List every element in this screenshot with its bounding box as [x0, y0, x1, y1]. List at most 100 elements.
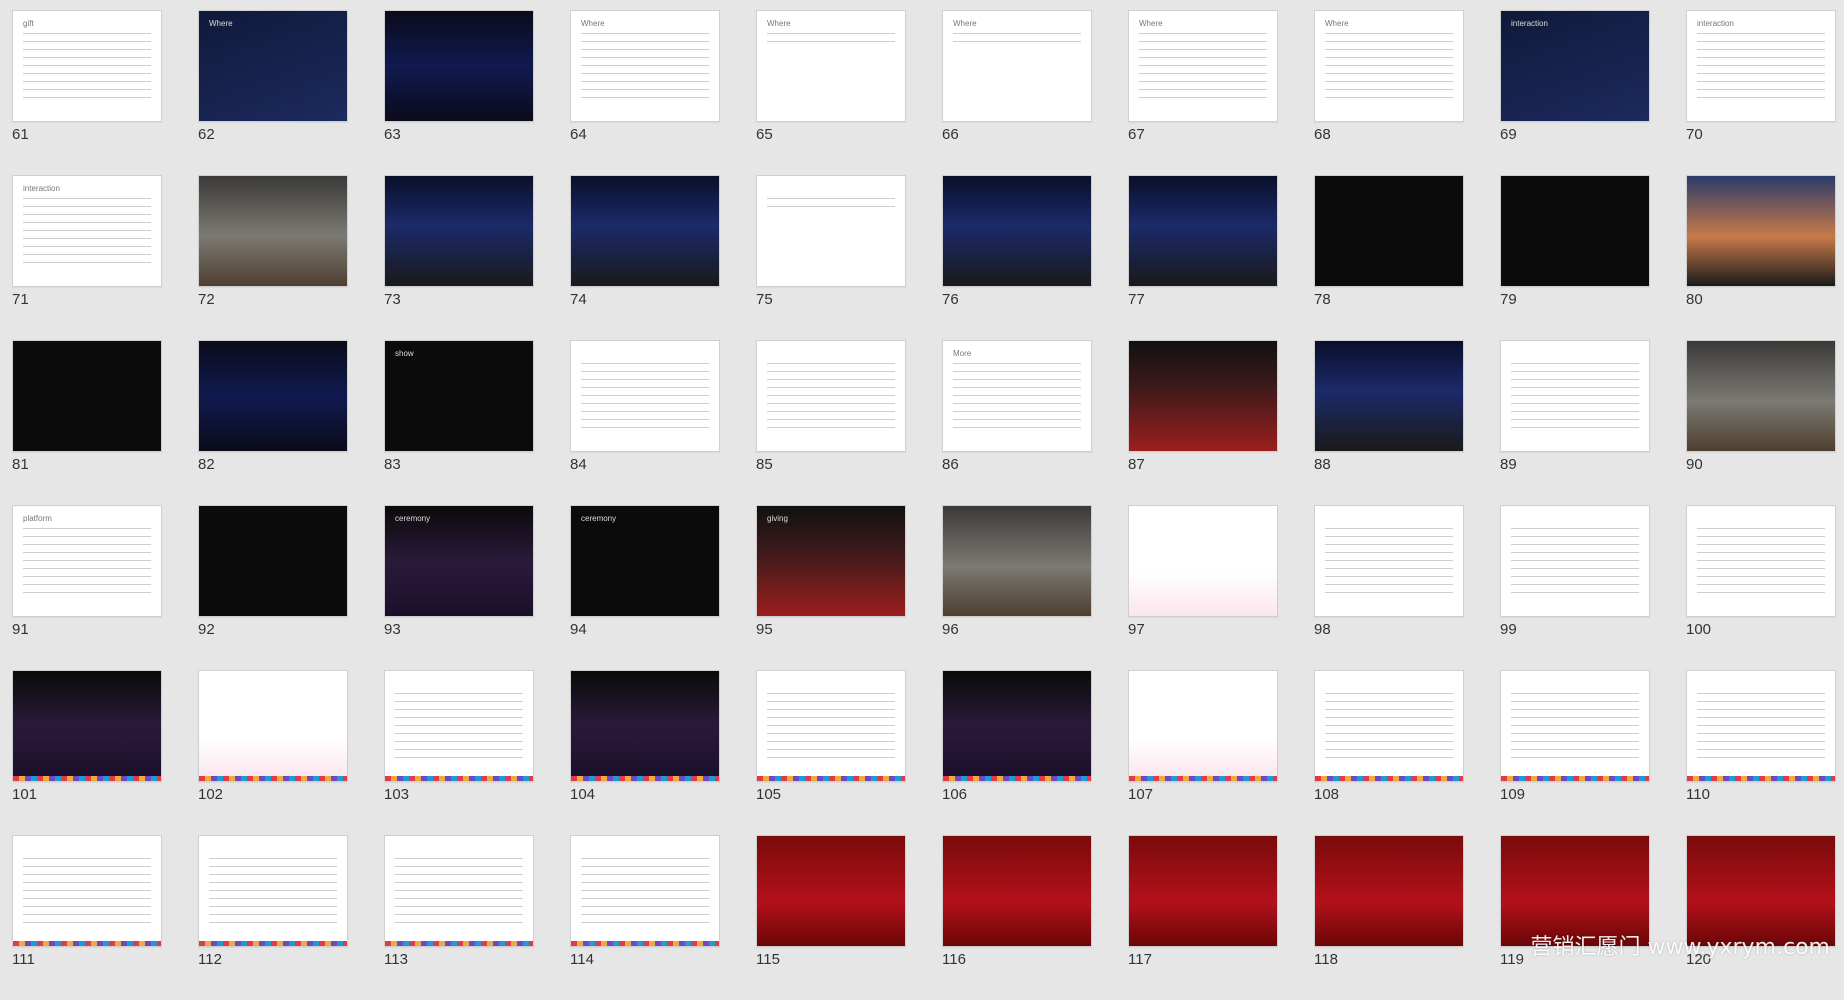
slide-preview[interactable]: Where: [942, 10, 1092, 122]
slide-thumbnail[interactable]: 74: [570, 175, 720, 340]
slide-preview[interactable]: [1686, 340, 1836, 452]
slide-thumbnail[interactable]: More 86: [942, 340, 1092, 505]
slide-preview[interactable]: [1500, 175, 1650, 287]
slide-thumbnail[interactable]: 88: [1314, 340, 1464, 505]
slide-preview[interactable]: interaction: [12, 175, 162, 287]
slide-preview[interactable]: [756, 340, 906, 452]
slide-preview[interactable]: [1500, 340, 1650, 452]
slide-preview[interactable]: interaction: [1500, 10, 1650, 122]
slide-thumbnail[interactable]: platform 91: [12, 505, 162, 670]
slide-thumbnail[interactable]: 73: [384, 175, 534, 340]
slide-thumbnail[interactable]: 84: [570, 340, 720, 505]
slide-preview[interactable]: [756, 670, 906, 782]
slide-thumbnail[interactable]: 104: [570, 670, 720, 835]
slide-thumbnail[interactable]: 63: [384, 10, 534, 175]
slide-preview[interactable]: [384, 10, 534, 122]
slide-preview[interactable]: [1686, 175, 1836, 287]
slide-preview[interactable]: Where: [198, 10, 348, 122]
slide-thumbnail[interactable]: 85: [756, 340, 906, 505]
slide-thumbnail[interactable]: 75: [756, 175, 906, 340]
slide-thumbnail[interactable]: 90: [1686, 340, 1836, 505]
slide-preview[interactable]: [384, 175, 534, 287]
slide-thumbnail[interactable]: 99: [1500, 505, 1650, 670]
slide-thumbnail[interactable]: 110: [1686, 670, 1836, 835]
slide-thumbnail[interactable]: 101: [12, 670, 162, 835]
slide-thumbnail[interactable]: 120: [1686, 835, 1836, 1000]
slide-preview[interactable]: [384, 670, 534, 782]
slide-thumbnail[interactable]: 108: [1314, 670, 1464, 835]
slide-thumbnail[interactable]: 105: [756, 670, 906, 835]
slide-preview[interactable]: [12, 670, 162, 782]
slide-thumbnail[interactable]: 112: [198, 835, 348, 1000]
slide-preview[interactable]: [12, 835, 162, 947]
slide-preview[interactable]: [1314, 835, 1464, 947]
slide-thumbnail[interactable]: 98: [1314, 505, 1464, 670]
slide-thumbnail[interactable]: interaction 69: [1500, 10, 1650, 175]
slide-thumbnail[interactable]: 109: [1500, 670, 1650, 835]
slide-preview[interactable]: [942, 670, 1092, 782]
slide-preview[interactable]: Where: [756, 10, 906, 122]
slide-thumbnail[interactable]: 80: [1686, 175, 1836, 340]
slide-preview[interactable]: [198, 505, 348, 617]
slide-thumbnail[interactable]: 77: [1128, 175, 1278, 340]
slide-thumbnail[interactable]: 97: [1128, 505, 1278, 670]
slide-thumbnail[interactable]: 118: [1314, 835, 1464, 1000]
slide-thumbnail[interactable]: 79: [1500, 175, 1650, 340]
slide-thumbnail[interactable]: 117: [1128, 835, 1278, 1000]
slide-thumbnail[interactable]: 102: [198, 670, 348, 835]
slide-preview[interactable]: [1128, 340, 1278, 452]
slide-preview[interactable]: [1314, 505, 1464, 617]
slide-preview[interactable]: ceremony: [384, 505, 534, 617]
slide-preview[interactable]: [1128, 175, 1278, 287]
slide-thumbnail[interactable]: 81: [12, 340, 162, 505]
slide-preview[interactable]: [1314, 175, 1464, 287]
slide-thumbnail[interactable]: ceremony 93: [384, 505, 534, 670]
slide-preview[interactable]: [198, 835, 348, 947]
slide-thumbnail[interactable]: 87: [1128, 340, 1278, 505]
slide-preview[interactable]: [942, 175, 1092, 287]
slide-thumbnail[interactable]: giving 95: [756, 505, 906, 670]
slide-thumbnail[interactable]: 114: [570, 835, 720, 1000]
slide-preview[interactable]: [1686, 670, 1836, 782]
slide-preview[interactable]: [198, 670, 348, 782]
slide-preview[interactable]: [1314, 670, 1464, 782]
slide-preview[interactable]: [1314, 340, 1464, 452]
slide-preview[interactable]: [942, 835, 1092, 947]
slide-thumbnail[interactable]: 115: [756, 835, 906, 1000]
slide-thumbnail[interactable]: 96: [942, 505, 1092, 670]
slide-preview[interactable]: [1128, 505, 1278, 617]
slide-thumbnail[interactable]: 107: [1128, 670, 1278, 835]
slide-thumbnail[interactable]: 92: [198, 505, 348, 670]
slide-thumbnail[interactable]: show 83: [384, 340, 534, 505]
slide-thumbnail[interactable]: 100: [1686, 505, 1836, 670]
slide-thumbnail[interactable]: Where 62: [198, 10, 348, 175]
slide-thumbnail[interactable]: Where 64: [570, 10, 720, 175]
slide-preview[interactable]: [942, 505, 1092, 617]
slide-preview[interactable]: [1128, 670, 1278, 782]
slide-preview[interactable]: [384, 835, 534, 947]
slide-thumbnail[interactable]: 72: [198, 175, 348, 340]
slide-preview[interactable]: show: [384, 340, 534, 452]
slide-preview[interactable]: [12, 340, 162, 452]
slide-thumbnail[interactable]: 76: [942, 175, 1092, 340]
slide-preview[interactable]: [570, 175, 720, 287]
slide-thumbnail[interactable]: Where 66: [942, 10, 1092, 175]
slide-preview[interactable]: Where: [1314, 10, 1464, 122]
slide-preview[interactable]: Where: [1128, 10, 1278, 122]
slide-thumbnail[interactable]: 103: [384, 670, 534, 835]
slide-preview[interactable]: Where: [570, 10, 720, 122]
slide-preview[interactable]: [570, 340, 720, 452]
slide-preview[interactable]: [570, 670, 720, 782]
slide-preview[interactable]: [756, 835, 906, 947]
slide-thumbnail[interactable]: 82: [198, 340, 348, 505]
slide-preview[interactable]: [1686, 505, 1836, 617]
slide-preview[interactable]: [1128, 835, 1278, 947]
slide-preview[interactable]: platform: [12, 505, 162, 617]
slide-thumbnail[interactable]: Where 67: [1128, 10, 1278, 175]
slide-preview[interactable]: [1500, 505, 1650, 617]
slide-thumbnail[interactable]: gift 61: [12, 10, 162, 175]
slide-preview[interactable]: [198, 175, 348, 287]
slide-preview[interactable]: [756, 175, 906, 287]
slide-thumbnail[interactable]: ceremony 94: [570, 505, 720, 670]
slide-thumbnail[interactable]: Where 65: [756, 10, 906, 175]
